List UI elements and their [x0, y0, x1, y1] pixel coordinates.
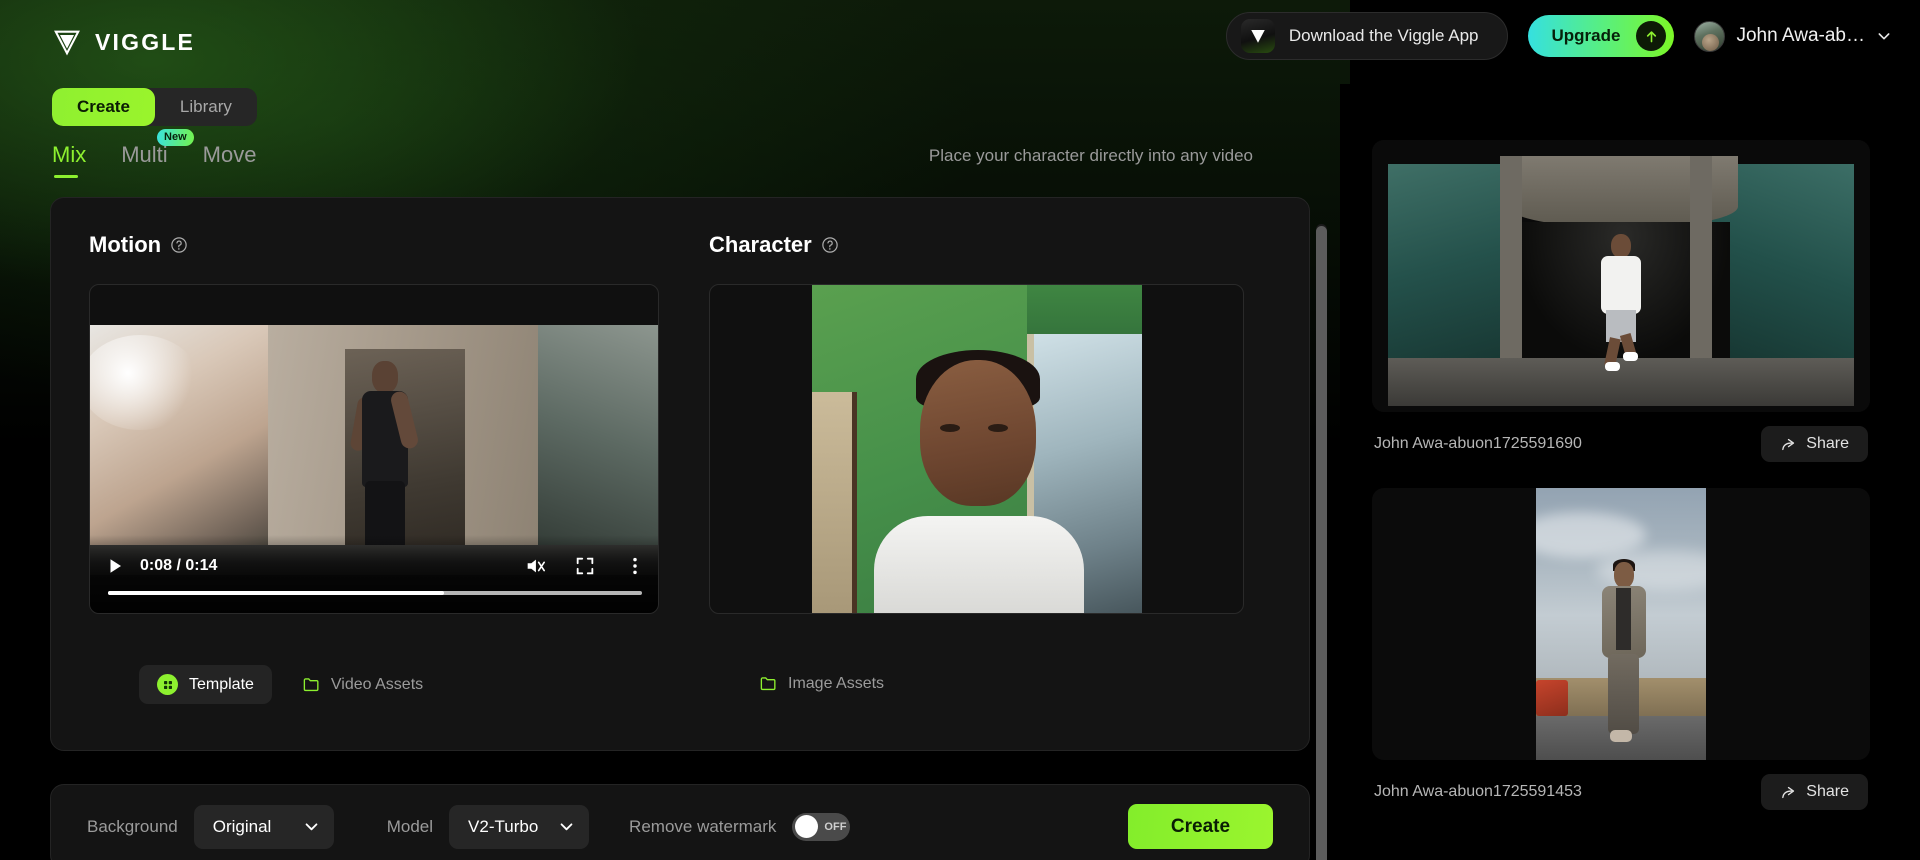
video-progress-fill: [108, 591, 445, 595]
tab-create[interactable]: Create: [52, 88, 155, 126]
toggle-state-label: OFF: [824, 820, 847, 833]
page-scrollbar[interactable]: [1316, 224, 1327, 860]
image-assets-button[interactable]: Image Assets: [751, 665, 892, 702]
toggle-knob: [795, 815, 819, 838]
tab-mix[interactable]: Mix: [52, 142, 87, 178]
account-name: John Awa-ab…: [1736, 25, 1865, 46]
share-arrow-icon: [1782, 438, 1795, 450]
remove-watermark-label: Remove watermark: [629, 816, 777, 836]
download-app-button[interactable]: Download the Viggle App: [1225, 12, 1508, 60]
remove-watermark-toggle[interactable]: OFF: [792, 812, 851, 841]
create-library-segmented-control: Create Library: [52, 88, 257, 126]
tab-mix-label: Mix: [52, 142, 87, 167]
tab-multi[interactable]: Multi New: [121, 129, 194, 168]
folder-icon: [303, 678, 319, 692]
share-arrow-icon: [1782, 786, 1795, 798]
template-button[interactable]: Template: [139, 665, 272, 704]
model-select[interactable]: V2-Turbo: [449, 804, 590, 849]
result-meta: John Awa-abuon1725591690 Share: [1372, 426, 1870, 462]
video-progress-bar[interactable]: [108, 591, 642, 595]
viggle-v-logo-icon: [54, 30, 80, 56]
options-bar: Background Original Model V2-Turbo Remov…: [50, 784, 1310, 860]
share-button[interactable]: Share: [1761, 774, 1868, 810]
motion-source-buttons: Template Video Assets: [139, 665, 431, 704]
grid-icon: [157, 674, 178, 695]
motion-section: Motion 0:08 / 0:14: [89, 232, 659, 614]
share-label: Share: [1806, 435, 1849, 452]
result-name: John Awa-abuon1725591453: [1374, 783, 1582, 800]
upgrade-label: Upgrade: [1551, 26, 1621, 45]
chevron-down-icon: [1878, 33, 1890, 40]
tagline: Place your character directly into any v…: [928, 146, 1253, 165]
upgrade-button[interactable]: Upgrade: [1527, 15, 1675, 57]
result-card: John Awa-abuon1725591453 Share: [1372, 488, 1870, 810]
tab-library[interactable]: Library: [155, 88, 257, 126]
video-assets-label: Video Assets: [330, 675, 424, 693]
character-section: Character: [709, 232, 1244, 614]
motion-title: Motion: [89, 232, 162, 257]
brand-name: VIGGLE: [95, 28, 196, 55]
video-time: 0:08 / 0:14: [140, 557, 218, 574]
result-thumbnail[interactable]: [1372, 488, 1870, 760]
chevron-down-icon: [305, 823, 318, 831]
avatar: [1694, 20, 1726, 52]
character-title-row: Character: [709, 232, 1244, 258]
viggle-app-icon: [1240, 19, 1275, 53]
top-bar: VIGGLE Download the Viggle App Upgrade J…: [0, 0, 1920, 84]
main-content-column: Create Library Mix Multi New Move Place …: [0, 84, 1327, 860]
question-circle-icon[interactable]: [821, 236, 839, 254]
result-thumbnail[interactable]: [1372, 140, 1870, 412]
mode-tabs: Mix Multi New Move: [52, 129, 257, 178]
motion-title-row: Motion: [89, 232, 659, 258]
model-value: V2-Turbo: [468, 816, 539, 836]
image-assets-label: Image Assets: [788, 674, 885, 692]
character-source-buttons: Image Assets: [751, 665, 892, 702]
folder-icon: [760, 677, 776, 691]
results-panel: John Awa-abuon1725591690 Share John Awa-…: [1340, 84, 1920, 860]
chevron-down-icon: [560, 823, 573, 831]
share-button[interactable]: Share: [1761, 426, 1868, 462]
tab-move-label: Move: [202, 142, 257, 167]
scrollbar-thumb[interactable]: [1316, 226, 1327, 860]
topbar-right-group: Download the Viggle App Upgrade John Awa…: [1225, 12, 1892, 60]
character-title: Character: [709, 232, 812, 257]
template-label: Template: [189, 675, 254, 693]
motion-video-box[interactable]: 0:08 / 0:14: [89, 284, 659, 614]
editor-panel: Motion 0:08 / 0:14 Character Template Vi…: [50, 197, 1310, 751]
background-select[interactable]: Original: [193, 804, 334, 849]
video-controls: 0:08 / 0:14: [90, 535, 658, 613]
character-photo: [811, 285, 1142, 613]
background-value: Original: [212, 816, 272, 836]
tab-multi-label: Multi: [121, 142, 168, 167]
result-name: John Awa-abuon1725591690: [1374, 435, 1582, 452]
kebab-menu-icon[interactable]: [624, 555, 646, 577]
account-menu[interactable]: John Awa-ab…: [1694, 20, 1892, 52]
tab-move[interactable]: Move: [203, 142, 257, 168]
volume-muted-icon[interactable]: [524, 555, 546, 577]
result-meta: John Awa-abuon1725591453 Share: [1372, 774, 1870, 810]
result-card: John Awa-abuon1725591690 Share: [1372, 140, 1870, 462]
play-icon[interactable]: [106, 556, 124, 576]
brand-logo-group[interactable]: VIGGLE: [52, 27, 195, 57]
video-assets-button[interactable]: Video Assets: [294, 666, 431, 703]
download-app-label: Download the Viggle App: [1288, 26, 1479, 45]
arrow-up-icon: [1636, 21, 1667, 51]
create-button[interactable]: Create: [1128, 804, 1273, 849]
new-badge: New: [157, 129, 194, 147]
question-circle-icon[interactable]: [170, 236, 188, 254]
character-image-box[interactable]: [709, 284, 1244, 614]
model-label: Model: [386, 816, 434, 836]
fullscreen-icon[interactable]: [574, 555, 596, 577]
background-label: Background: [87, 816, 178, 836]
share-label: Share: [1806, 783, 1849, 800]
